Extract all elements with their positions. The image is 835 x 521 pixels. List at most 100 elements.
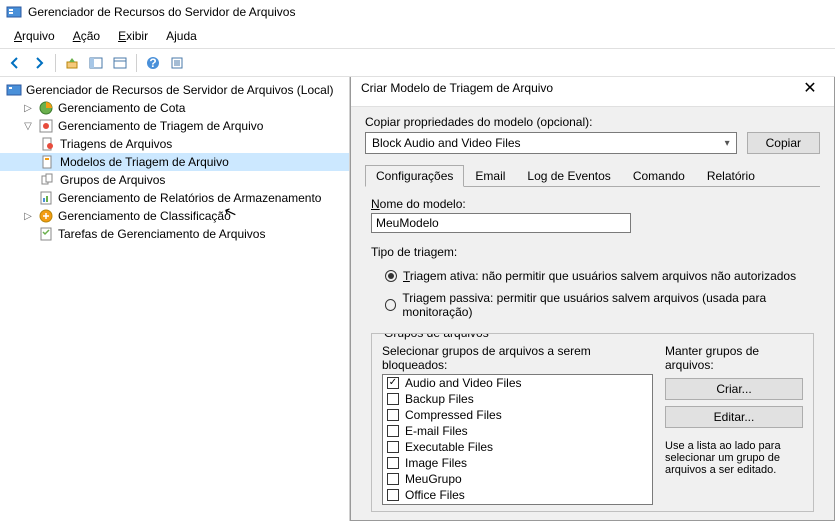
checkbox[interactable]: [387, 441, 399, 453]
filegroup-item[interactable]: Image Files: [383, 455, 652, 471]
dialog-create-template: Criar Modelo de Triagem de Arquivo ✕ Cop…: [350, 77, 835, 521]
app-icon: [6, 4, 22, 20]
groups-select-label: Selecionar grupos de arquivos a serem bl…: [382, 344, 653, 372]
copy-button[interactable]: Copiar: [747, 132, 820, 154]
menu-help[interactable]: Ajuda: [158, 26, 205, 46]
menubar: Arquivo Ação Exibir Ajuda: [0, 24, 835, 49]
checkbox[interactable]: [387, 489, 399, 501]
tree-root[interactable]: Gerenciador de Recursos de Servidor de A…: [0, 81, 349, 99]
expand-icon[interactable]: ▷: [22, 103, 34, 114]
tab-relatorio[interactable]: Relatório: [696, 165, 766, 187]
checkbox[interactable]: [387, 473, 399, 485]
copy-select-value: Block Audio and Video Files: [372, 136, 521, 150]
tree-modelos[interactable]: Modelos de Triagem de Arquivo: [0, 153, 349, 171]
filegroups-right: Manter grupos de arquivos: Criar... Edit…: [653, 344, 803, 505]
template-icon: [40, 154, 56, 170]
filegroup-item[interactable]: E-mail Files: [383, 423, 652, 439]
filegroup-item[interactable]: Office Files: [383, 487, 652, 503]
window-titlebar: Gerenciador de Recursos do Servidor de A…: [0, 0, 835, 24]
copy-template-select[interactable]: Block Audio and Video Files: [365, 132, 737, 154]
tree-modelos-label: Modelos de Triagem de Arquivo: [60, 155, 229, 169]
toolbar-separator-2: [136, 54, 137, 72]
tree-panel[interactable]: Gerenciador de Recursos de Servidor de A…: [0, 77, 350, 521]
refresh-button[interactable]: [166, 52, 188, 74]
filegroup-item[interactable]: Audio and Video Files: [383, 375, 652, 391]
collapse-icon[interactable]: ▽: [22, 121, 34, 132]
groups-legend: Grupos de arquivos: [380, 333, 493, 340]
edit-group-button[interactable]: Editar...: [665, 406, 803, 428]
tree-triagem-label: Gerenciamento de Triagem de Arquivo: [58, 119, 263, 133]
dialog-titlebar: Criar Modelo de Triagem de Arquivo ✕: [351, 77, 834, 107]
toolbar-separator: [55, 54, 56, 72]
close-button[interactable]: ✕: [796, 78, 824, 98]
tree-triagens[interactable]: Triagens de Arquivos: [0, 135, 349, 153]
filegroup-label: Compressed Files: [405, 408, 502, 422]
radio-passive-row[interactable]: Triagem passiva: permitir que usuários s…: [385, 291, 814, 319]
tree-quota[interactable]: ▷ Gerenciamento de Cota: [0, 99, 349, 117]
radio-active-row[interactable]: Triagem ativa: não permitir que usuários…: [385, 269, 814, 283]
tree-relatorios[interactable]: Gerenciamento de Relatórios de Armazenam…: [0, 189, 349, 207]
checkbox[interactable]: [387, 457, 399, 469]
create-group-button[interactable]: Criar...: [665, 378, 803, 400]
menu-file[interactable]: Arquivo: [6, 26, 63, 46]
filegroup-item[interactable]: Compressed Files: [383, 407, 652, 423]
maintain-label: Manter grupos de arquivos:: [665, 344, 803, 372]
report-icon: [38, 190, 54, 206]
checkbox[interactable]: [387, 393, 399, 405]
tree-triagens-label: Triagens de Arquivos: [60, 137, 172, 151]
radio-passive-label: Triagem passiva: permitir que usuários s…: [402, 291, 814, 319]
name-label: Nome do modelo:: [371, 197, 814, 211]
edit-hint: Use a lista ao lado para selecionar um g…: [665, 440, 803, 476]
menu-view[interactable]: Exibir: [110, 26, 156, 46]
filegroup-item[interactable]: Executable Files: [383, 439, 652, 455]
tree-classificacao[interactable]: ▷ Gerenciamento de Classificação: [0, 207, 349, 225]
dialog-body: Copiar propriedades do modelo (opcional)…: [351, 107, 834, 520]
properties-button[interactable]: [109, 52, 131, 74]
tabs: Configurações Email Log de Eventos Coman…: [365, 164, 820, 187]
tab-config[interactable]: Configurações: [365, 165, 464, 187]
filegroup-label: E-mail Files: [405, 424, 468, 438]
up-button[interactable]: [61, 52, 83, 74]
filegroup-item[interactable]: MeuGrupo: [383, 471, 652, 487]
filegroup-item[interactable]: Backup Files: [383, 391, 652, 407]
checkbox[interactable]: [387, 377, 399, 389]
filegroup-label: Backup Files: [405, 392, 474, 406]
template-name-input[interactable]: [371, 213, 631, 233]
filegroup-label: MeuGrupo: [405, 472, 462, 486]
tree-quota-label: Gerenciamento de Cota: [58, 101, 185, 115]
content-panel: Criar Modelo de Triagem de Arquivo ✕ Cop…: [350, 77, 835, 521]
main-area: Gerenciador de Recursos de Servidor de A…: [0, 77, 835, 521]
radio-passive[interactable]: [385, 299, 396, 311]
tab-log[interactable]: Log de Eventos: [516, 165, 621, 187]
back-button[interactable]: [4, 52, 26, 74]
type-label: Tipo de triagem:: [371, 245, 814, 259]
radio-active-label: Triagem ativa: não permitir que usuários…: [403, 269, 796, 283]
tree-triagem[interactable]: ▽ Gerenciamento de Triagem de Arquivo: [0, 117, 349, 135]
forward-button[interactable]: [28, 52, 50, 74]
tab-email[interactable]: Email: [464, 165, 516, 187]
tab-content-config: Nome do modelo: Tipo de triagem: Triagem…: [365, 187, 820, 512]
show-hide-tree-button[interactable]: [85, 52, 107, 74]
filegroups-list[interactable]: Audio and Video Files Backup Files Compr…: [382, 374, 653, 505]
screen-icon: [38, 118, 54, 134]
filegroup-label: Office Files: [405, 488, 465, 502]
help-button[interactable]: ?: [142, 52, 164, 74]
filegroups-left: Selecionar grupos de arquivos a serem bl…: [382, 344, 653, 505]
group-icon: [40, 172, 56, 188]
tree-tarefas[interactable]: Tarefas de Gerenciamento de Arquivos: [0, 225, 349, 243]
tree-grupos[interactable]: Grupos de Arquivos: [0, 171, 349, 189]
expand-icon[interactable]: ▷: [22, 211, 34, 222]
classification-icon: [38, 208, 54, 224]
copy-row: Block Audio and Video Files Copiar: [365, 132, 820, 154]
checkbox[interactable]: [387, 425, 399, 437]
filegroup-label: Executable Files: [405, 440, 493, 454]
radio-active[interactable]: [385, 270, 397, 282]
tree-relatorios-label: Gerenciamento de Relatórios de Armazenam…: [58, 191, 321, 205]
svg-text:?: ?: [149, 56, 156, 70]
tree-grupos-label: Grupos de Arquivos: [60, 173, 165, 187]
dialog-title: Criar Modelo de Triagem de Arquivo: [361, 81, 553, 95]
menu-action[interactable]: Ação: [65, 26, 108, 46]
tree-tarefas-label: Tarefas de Gerenciamento de Arquivos: [58, 227, 265, 241]
tab-comando[interactable]: Comando: [622, 165, 696, 187]
checkbox[interactable]: [387, 409, 399, 421]
